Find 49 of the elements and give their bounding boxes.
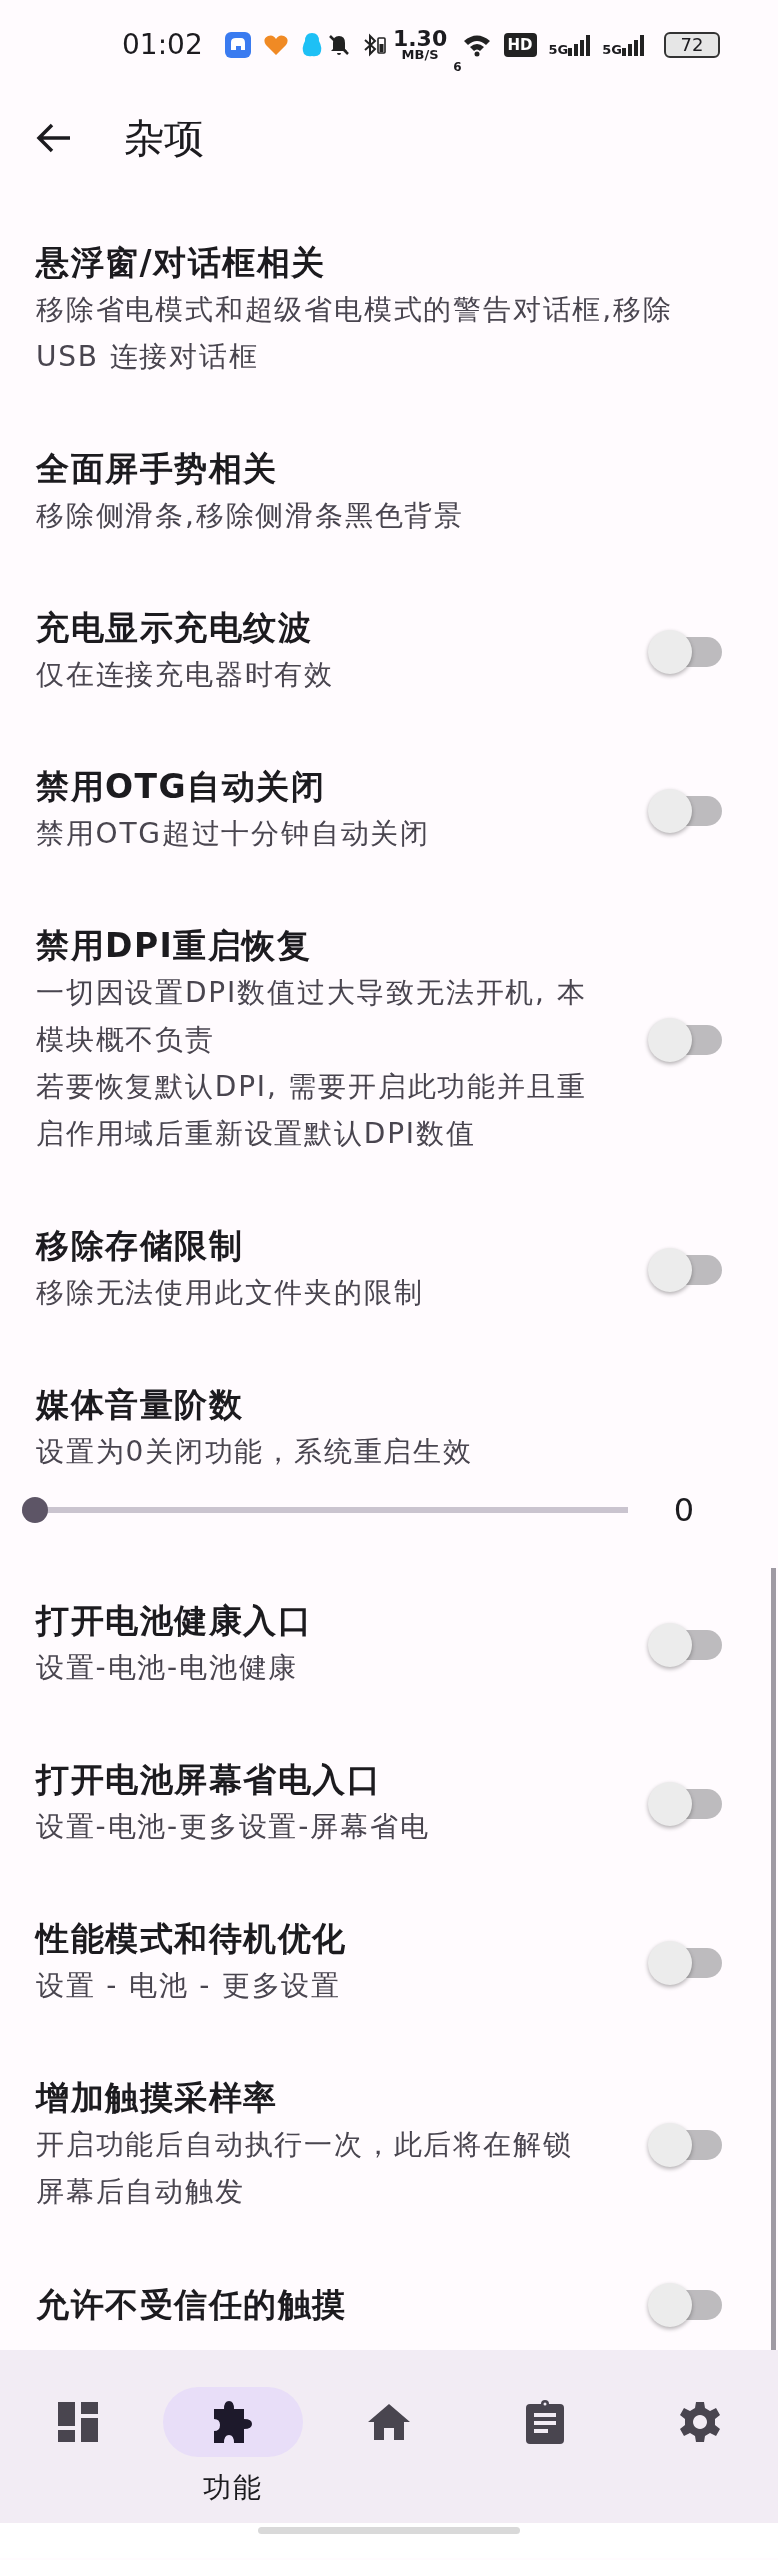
status-time: 01:02 xyxy=(122,27,203,63)
setting-title: 移除存储限制 xyxy=(36,1225,244,1267)
battery-indicator: 72 xyxy=(664,32,720,58)
dashboard-icon xyxy=(56,2401,99,2443)
setting-title: 禁用DPI重启恢复 xyxy=(36,925,313,967)
setting-title: 性能模式和待机优化 xyxy=(36,1918,348,1960)
signal-icon xyxy=(568,34,593,56)
setting-description: 禁用OTG超过十分钟自动关闭 xyxy=(36,816,432,852)
penguin-icon xyxy=(300,32,323,58)
setting-title: 增加触摸采样率 xyxy=(36,2077,279,2119)
heart-icon xyxy=(262,33,289,57)
home-icon xyxy=(367,2402,411,2442)
clipboard-icon xyxy=(524,2399,565,2445)
setting-description: 设置为0关闭功能，系统重启生效 xyxy=(36,1434,474,1470)
setting-description: 移除侧滑条,移除侧滑条黑色背景 xyxy=(36,498,465,534)
bell-muted-icon xyxy=(326,33,351,57)
speed-unit: MB/S xyxy=(400,49,440,61)
setting-title: 媒体音量阶数 xyxy=(36,1384,244,1426)
settings-icon xyxy=(678,2400,723,2444)
slider-thumb[interactable] xyxy=(22,1497,48,1523)
network-type: 5G xyxy=(602,43,622,56)
page-title: 杂项 xyxy=(124,113,204,163)
setting-description: 仅在连接充电器时有效 xyxy=(36,657,335,693)
signal-icon xyxy=(622,34,646,56)
setting-title: 打开电池健康入口 xyxy=(36,1600,313,1642)
setting-description: 开启功能后自动执行一次，此后将在解锁屏幕后自动触发 xyxy=(36,2127,574,2210)
setting-title: 禁用OTG自动关闭 xyxy=(36,766,327,808)
slider-value: 0 xyxy=(673,1490,694,1531)
setting-description: 移除省电模式和超级省电模式的警告对话框,移除USB 连接对话框 xyxy=(36,292,674,375)
network-speed: 1.30 xyxy=(392,29,448,50)
setting-description: 移除无法使用此文件夹的限制 xyxy=(36,1275,425,1311)
setting-description: 设置-电池-电池健康 xyxy=(36,1650,300,1686)
setting-title: 全面屏手势相关 xyxy=(36,448,279,490)
setting-description: 若要恢复默认DPI, 需要开启此功能并且重启作用域后重新设置默认DPI数值 xyxy=(36,1069,588,1152)
app-icon xyxy=(224,32,251,58)
back-arrow-icon[interactable] xyxy=(36,121,72,154)
setting-description: 设置 - 电池 - 更多设置 xyxy=(36,1968,342,2004)
toggle-switch[interactable] xyxy=(648,1016,722,1064)
hd-badge: HD xyxy=(503,32,537,58)
toggle-switch[interactable] xyxy=(648,2281,722,2329)
wifi-label: 6 xyxy=(453,59,462,76)
network-type: 5G xyxy=(548,43,569,56)
setting-title: 充电显示充电纹波 xyxy=(36,607,313,649)
setting-title: 打开电池屏幕省电入口 xyxy=(36,1759,382,1801)
setting-description: 设置-电池-更多设置-屏幕省电 xyxy=(36,1809,431,1845)
setting-title: 允许不受信任的触摸 xyxy=(36,2284,348,2326)
toggle-switch[interactable] xyxy=(648,2121,722,2169)
setting-description: 一切因设置DPI数值过大导致无法开机, 本模块概不负责 xyxy=(36,975,588,1058)
setting-title: 悬浮窗/对话框相关 xyxy=(36,242,327,284)
